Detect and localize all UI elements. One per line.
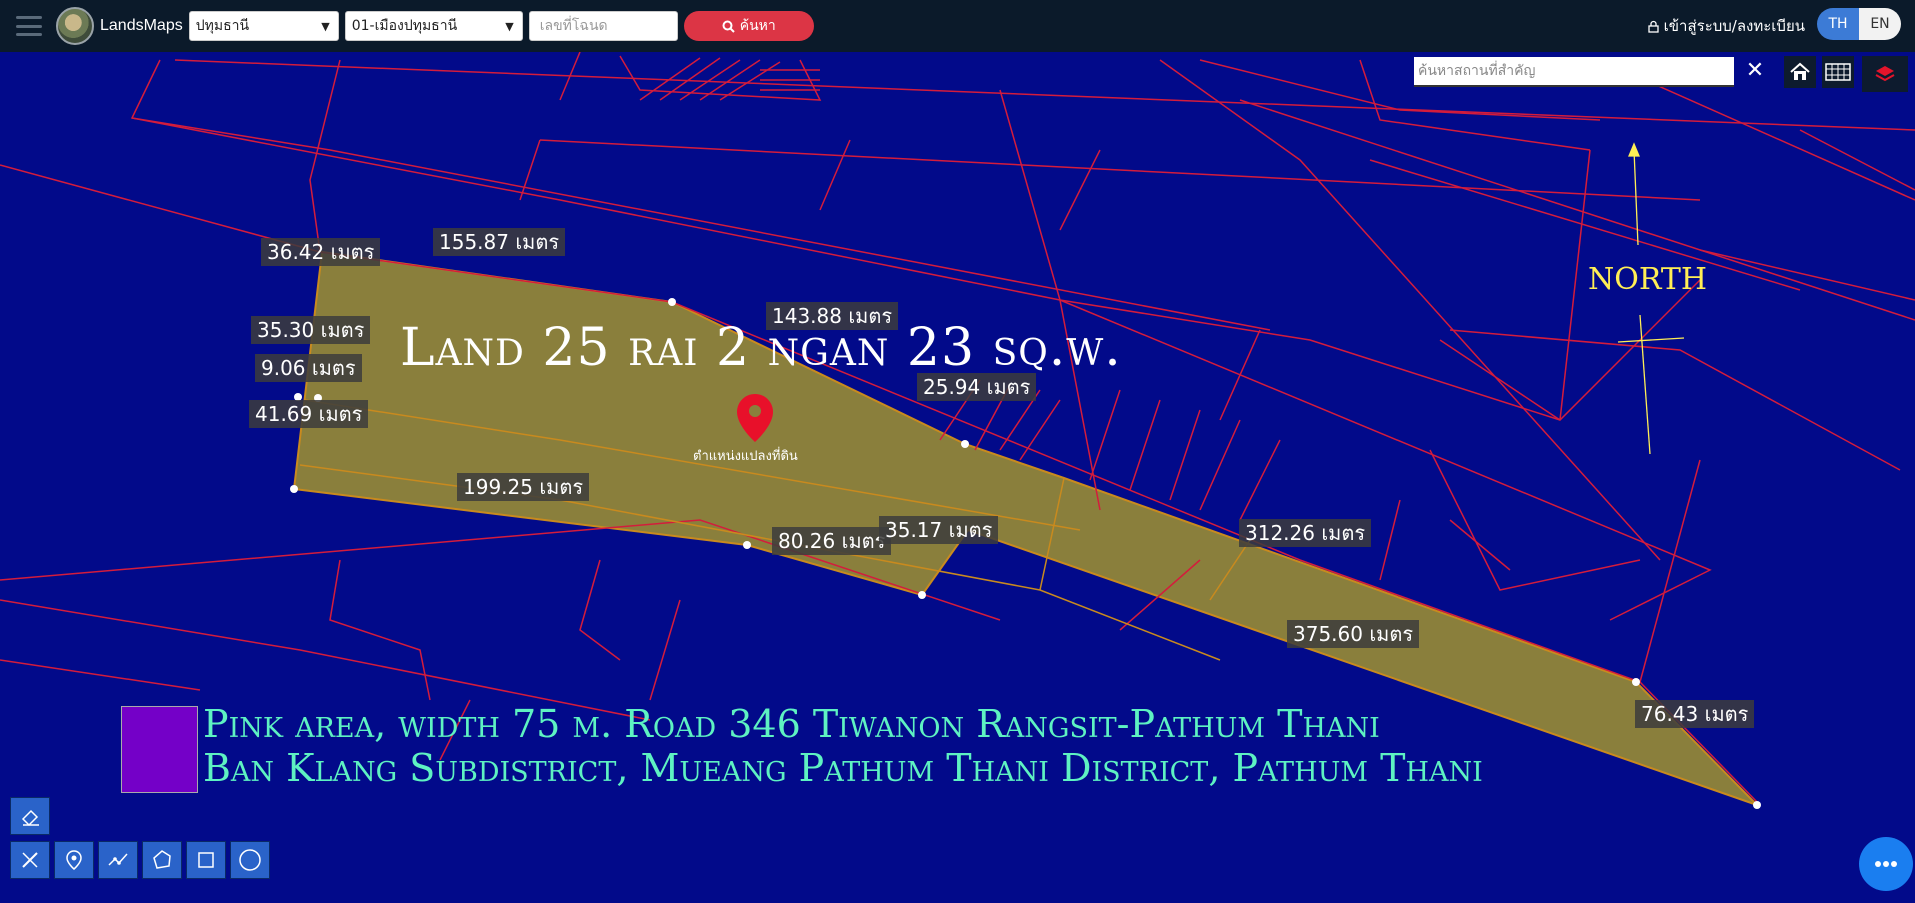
grid-icon: [1825, 63, 1851, 81]
pin-icon: [66, 850, 82, 870]
lang-en-button[interactable]: EN: [1859, 8, 1901, 40]
login-link[interactable]: เข้าสู่ระบบ/ลงทะเบียน: [1648, 14, 1805, 38]
grid-button[interactable]: [1822, 56, 1854, 88]
home-icon: [1790, 62, 1810, 80]
top-bar: LandsMaps ปทุมธานี ▼ 01-เมืองปทุมธานี ▼ …: [0, 0, 1915, 52]
province-select-value: ปทุมธานี: [195, 18, 250, 34]
more-options-button[interactable]: [1859, 837, 1913, 891]
legend-line-2: Ban Klang Subdistrict, Mueang Pathum Tha…: [203, 746, 1483, 790]
layers-icon: [1875, 66, 1895, 82]
measurement-label: 36.42 เมตร: [261, 238, 381, 266]
deed-number-input[interactable]: เลขที่โฉนด: [528, 11, 678, 41]
polyline-tool[interactable]: [98, 841, 138, 879]
measurement-label: 35.17 เมตร: [879, 516, 999, 544]
rectangle-tool[interactable]: [186, 841, 226, 879]
measurement-label: 76.43 เมตร: [1635, 700, 1755, 728]
land-size-title: Land 25 rai 2 ngan 23 sq.w.: [400, 318, 1122, 378]
close-icon[interactable]: ✕: [1742, 55, 1768, 85]
district-select-value: 01-เมืองปทุมธานี: [351, 18, 458, 34]
language-toggle: TH EN: [1817, 8, 1901, 40]
polygon-icon: [153, 850, 171, 869]
brand-name: LandsMaps: [100, 17, 183, 34]
eraser-tool[interactable]: [10, 797, 50, 835]
legend-line-1: Pink area, width 75 m. Road 346 Tiwanon …: [203, 702, 1380, 746]
ruler-icon: [22, 852, 38, 868]
search-button-label: ค้นหา: [739, 18, 776, 34]
measurement-label: 199.25 เมตร: [457, 473, 590, 501]
measurement-label: 9.06 เมตร: [255, 354, 362, 382]
circle-icon: [239, 849, 261, 871]
place-search-input[interactable]: ค้นหาสถานที่สำคัญ: [1414, 57, 1734, 87]
marker-tool[interactable]: [54, 841, 94, 879]
measure-tool[interactable]: [10, 841, 50, 879]
lang-th-button[interactable]: TH: [1817, 8, 1859, 40]
measurement-label: 35.30 เมตร: [251, 316, 371, 344]
home-button[interactable]: [1784, 56, 1816, 88]
polygon-tool[interactable]: [142, 841, 182, 879]
parcel-location-label: ตำแหน่งแปลงที่ดิน: [693, 449, 798, 464]
chevron-down-icon: ▼: [505, 19, 514, 33]
measurement-label: 80.26 เมตร: [772, 527, 892, 555]
more-icon: [1875, 861, 1897, 867]
deed-number-placeholder: เลขที่โฉนด: [539, 18, 608, 34]
menu-icon[interactable]: [16, 16, 42, 36]
search-button[interactable]: ค้นหา: [683, 11, 814, 41]
place-search-placeholder: ค้นหาสถานที่สำคัญ: [1418, 63, 1536, 79]
login-label: เข้าสู่ระบบ/ลงทะเบียน: [1663, 17, 1805, 35]
province-select[interactable]: ปทุมธานี ▼: [188, 11, 339, 41]
layers-button[interactable]: [1862, 56, 1908, 92]
search-icon: [722, 20, 735, 33]
polyline-icon: [108, 853, 128, 866]
measurement-label: 375.60 เมตร: [1287, 620, 1420, 648]
measurement-label: 155.87 เมตร: [433, 228, 566, 256]
measurement-label: 41.69 เมตร: [249, 400, 369, 428]
legend-swatch: [121, 706, 198, 793]
chevron-down-icon: ▼: [321, 19, 330, 33]
eraser-icon: [21, 809, 39, 827]
measurement-label: 312.26 เมตร: [1239, 519, 1372, 547]
rectangle-icon: [198, 852, 214, 868]
north-label: NORTH: [1588, 262, 1708, 297]
logo: [56, 7, 94, 45]
north-arrow-icon: [1617, 142, 1685, 455]
lock-icon: [1648, 20, 1659, 33]
circle-tool[interactable]: [230, 841, 270, 879]
district-select[interactable]: 01-เมืองปทุมธานี ▼: [344, 11, 523, 41]
